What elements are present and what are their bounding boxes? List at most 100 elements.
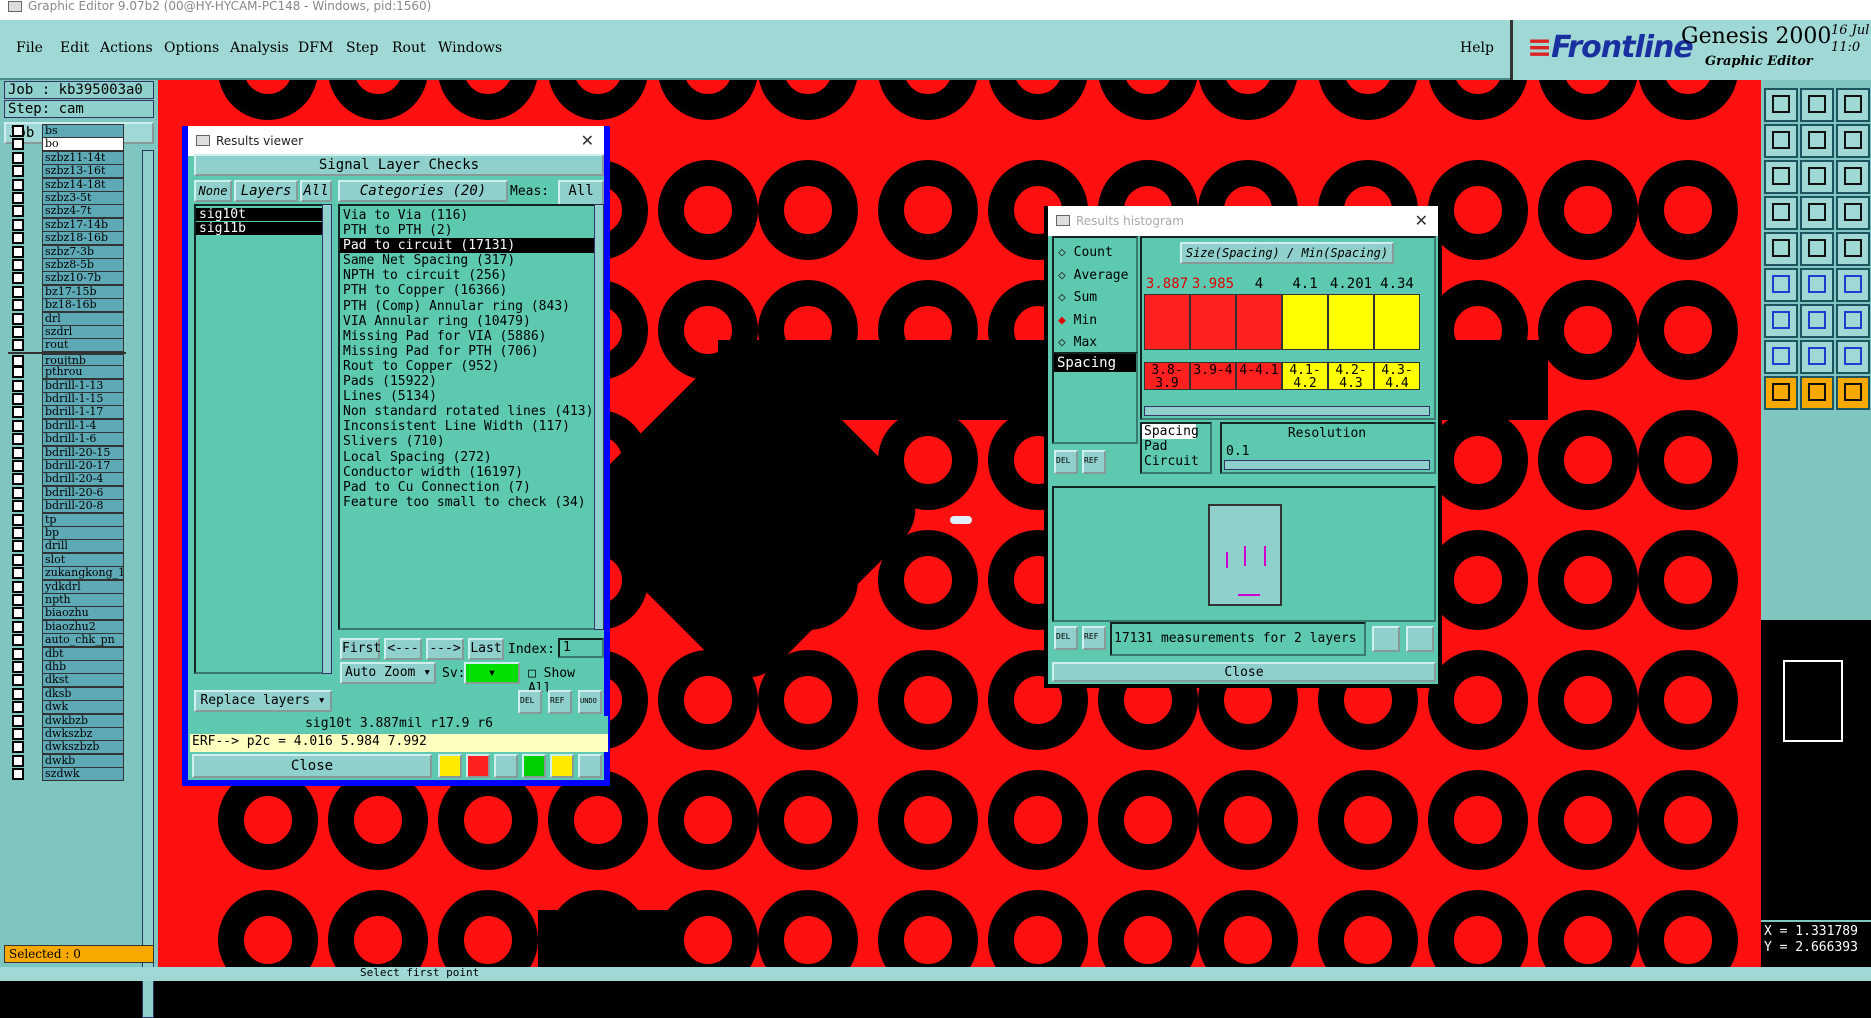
menu-help[interactable]: Help: [1460, 40, 1494, 56]
layer-row[interactable]: rout: [8, 338, 126, 353]
category-item[interactable]: Pad to circuit (17131): [340, 238, 602, 254]
line-icon[interactable]: [1764, 268, 1798, 302]
category-item[interactable]: PTH to PTH (2): [340, 223, 602, 238]
layer-checkbox[interactable]: [12, 205, 24, 218]
layer-checkbox[interactable]: [12, 527, 24, 539]
mirror-icon[interactable]: [1800, 304, 1834, 338]
layer-checkbox[interactable]: [12, 125, 24, 137]
layer-row[interactable]: ydkdrl: [8, 579, 126, 594]
pointer-icon-3[interactable]: [1836, 376, 1870, 410]
categories-scrollbar[interactable]: [594, 204, 604, 630]
close-icon[interactable]: ✕: [1415, 206, 1428, 236]
layer-checkbox[interactable]: [12, 768, 24, 781]
layer-checkbox[interactable]: [12, 500, 24, 513]
layer-checkbox[interactable]: [12, 299, 24, 312]
layer-row[interactable]: dkst: [8, 673, 126, 688]
layer-checkbox[interactable]: [12, 138, 24, 151]
layer-checkbox[interactable]: [12, 714, 24, 727]
rotate-icon[interactable]: [1836, 232, 1870, 266]
layer-checkbox[interactable]: [12, 433, 24, 446]
category-item[interactable]: Conductor width (16197): [340, 465, 602, 480]
resolution-slider[interactable]: [1224, 460, 1430, 470]
menu-windows[interactable]: Windows: [438, 40, 502, 56]
none-button[interactable]: None: [194, 180, 232, 202]
layer-checkbox[interactable]: [12, 674, 24, 687]
layer-row[interactable]: dbt: [8, 646, 126, 661]
layer-row[interactable]: szbz11-14t: [8, 150, 126, 165]
categories-button[interactable]: Categories (20): [338, 180, 508, 202]
layer-checkbox[interactable]: [12, 245, 24, 258]
layer-checkbox[interactable]: [12, 285, 24, 298]
layer-checkbox[interactable]: [12, 339, 24, 352]
layer-row[interactable]: dwkbzb: [8, 713, 126, 728]
histogram-bar[interactable]: [1374, 294, 1420, 350]
layer-row[interactable]: bdrill-20-17: [8, 459, 126, 473]
layer-row[interactable]: slot: [8, 552, 126, 567]
result-layer-item[interactable]: sig11b: [196, 222, 330, 235]
settings-icon[interactable]: [1764, 160, 1798, 194]
layer-checkbox[interactable]: [12, 151, 24, 164]
undo-icon[interactable]: UNDO: [578, 690, 602, 714]
mode-radio-sum[interactable]: ◇ Sum: [1058, 287, 1136, 310]
layer-row[interactable]: zukangkong_1: [8, 566, 126, 581]
layer-row[interactable]: bdrill-20-4: [8, 472, 126, 487]
pointer-icon-2[interactable]: [1800, 376, 1834, 410]
layer-row[interactable]: npth: [8, 593, 126, 607]
del-icon[interactable]: DEL: [1054, 450, 1078, 474]
layer-row[interactable]: pthrou: [8, 365, 126, 380]
layer-checkbox[interactable]: [12, 165, 24, 178]
next-button[interactable]: --->: [426, 638, 464, 660]
layer-checkbox[interactable]: [12, 312, 24, 325]
select-icon[interactable]: [1764, 304, 1798, 338]
icon-2[interactable]: [466, 754, 490, 778]
copy-icon[interactable]: [1836, 304, 1870, 338]
layer-row[interactable]: szbz3-5t: [8, 191, 126, 205]
layer-checkbox[interactable]: [12, 406, 24, 419]
category-item[interactable]: Rout to Copper (952): [340, 359, 602, 374]
layer-row[interactable]: bdrill-20-15: [8, 445, 126, 460]
histogram-tool-icon-2[interactable]: [1406, 626, 1434, 652]
layer-checkbox[interactable]: [12, 661, 24, 673]
del-icon[interactable]: DEL: [1054, 626, 1078, 650]
layer-row[interactable]: drl: [8, 311, 126, 326]
layer-row[interactable]: auto_chk_pn: [8, 633, 126, 648]
zoom-home-icon[interactable]: [1764, 124, 1798, 158]
layer-row[interactable]: bo: [8, 137, 126, 152]
node-icon[interactable]: [1764, 232, 1798, 266]
all-button[interactable]: All: [300, 180, 332, 202]
layer-checkbox[interactable]: [12, 460, 24, 472]
layer-checkbox[interactable]: [12, 393, 24, 405]
histogram-bar[interactable]: [1190, 294, 1236, 350]
category-item[interactable]: Same Net Spacing (317): [340, 253, 602, 268]
icon-4[interactable]: [522, 754, 546, 778]
menu-actions[interactable]: Actions: [100, 40, 153, 56]
result-layer-item[interactable]: sig10t: [196, 208, 330, 221]
ref-icon[interactable]: REF: [548, 690, 572, 714]
triangle-icon-2[interactable]: [1800, 340, 1834, 374]
measure-icon[interactable]: [1800, 196, 1834, 230]
close-button[interactable]: Close: [1052, 662, 1436, 682]
histogram-tool-icon[interactable]: [1372, 626, 1400, 652]
category-item[interactable]: PTH to Copper (16366): [340, 283, 602, 298]
move-icon[interactable]: [1800, 124, 1834, 158]
category-item[interactable]: Inconsistent Line Width (117): [340, 419, 602, 434]
layer-checkbox[interactable]: [12, 701, 24, 714]
layer-checkbox[interactable]: [12, 594, 24, 606]
layer-checkbox[interactable]: [12, 473, 24, 486]
layer-row[interactable]: szbz18-16b: [8, 231, 126, 246]
menu-file[interactable]: File: [16, 40, 43, 56]
category-item[interactable]: Missing Pad for PTH (706): [340, 344, 602, 359]
snap-icon[interactable]: [1836, 160, 1870, 194]
layer-row[interactable]: dwkszbzb: [8, 740, 126, 755]
arc-icon[interactable]: [1800, 268, 1834, 302]
layer-row[interactable]: bdrill-1-15: [8, 392, 126, 406]
type-item[interactable]: Spacing: [1142, 424, 1199, 439]
category-item[interactable]: Lines (5134): [340, 389, 602, 404]
layer-row[interactable]: szbz14-18t: [8, 177, 126, 192]
layer-checkbox[interactable]: [12, 446, 24, 459]
menu-step[interactable]: Step: [346, 40, 378, 56]
layer-row[interactable]: biaozhu2: [8, 619, 126, 634]
layer-row[interactable]: bdrill-1-6: [8, 432, 126, 447]
layer-checkbox[interactable]: [12, 754, 24, 767]
ref-icon[interactable]: REF: [1082, 626, 1106, 650]
